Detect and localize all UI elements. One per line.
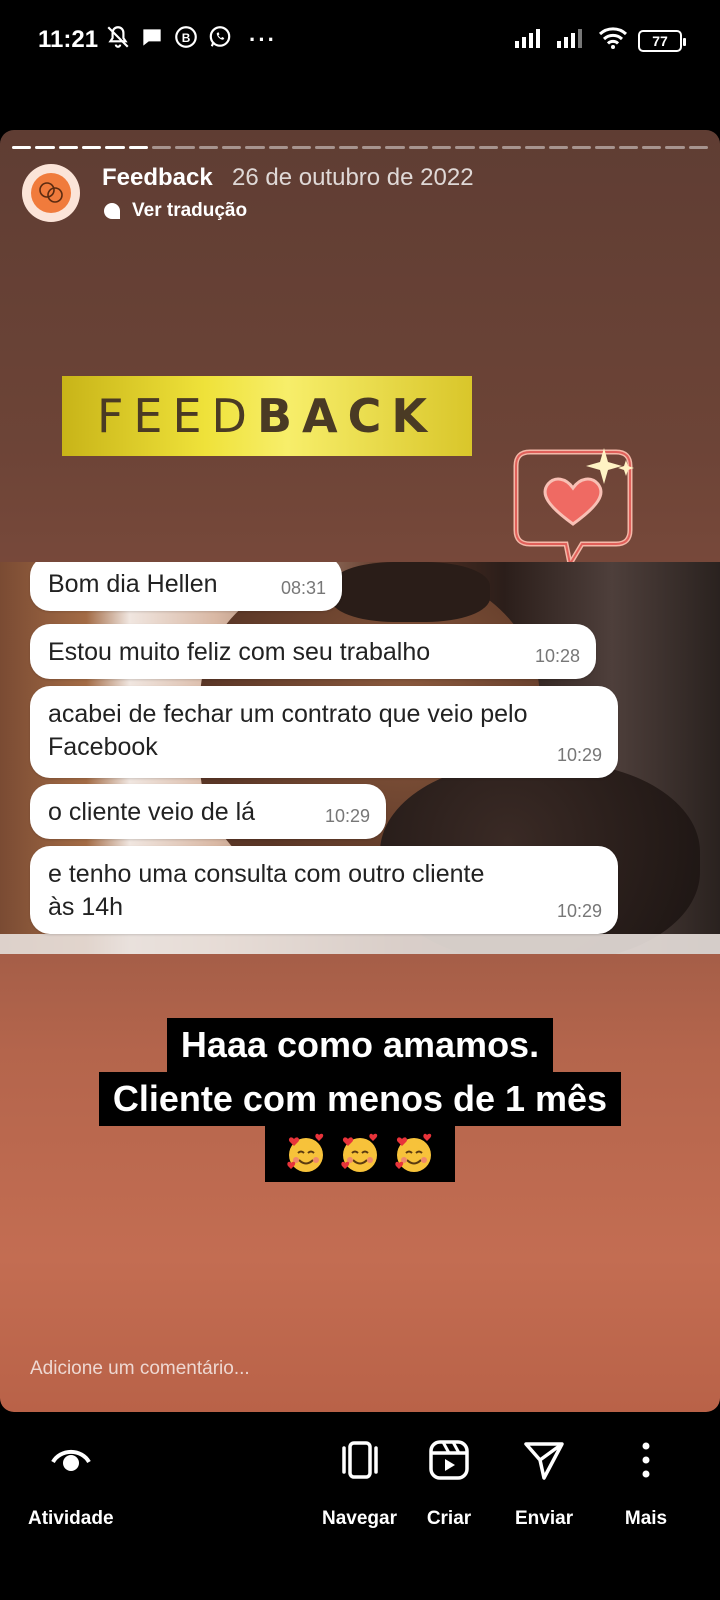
caption-emojis bbox=[264, 1126, 456, 1182]
comment-input[interactable]: Adicione um comentário... bbox=[30, 1358, 250, 1380]
status-bar: 11:21 B ··· 77 bbox=[0, 0, 720, 84]
signal-2-icon bbox=[556, 27, 588, 54]
wifi-icon bbox=[598, 26, 628, 55]
chat-message: o cliente veio de lá 10:29 bbox=[30, 784, 386, 839]
avatar[interactable] bbox=[22, 164, 80, 222]
see-translation-label: Ver tradução bbox=[132, 200, 248, 221]
nav-create-button[interactable]: Criar bbox=[425, 1436, 473, 1530]
message-text: e tenho uma consulta com outro cliente à… bbox=[48, 860, 485, 921]
banner-text-thin: FEED bbox=[96, 389, 257, 443]
smiling-face-with-hearts-icon bbox=[395, 1133, 432, 1172]
chat-screenshot-photo: Bom dia Hellen 08:31 Estou muito feliz c… bbox=[0, 562, 720, 954]
svg-text:B: B bbox=[182, 31, 191, 45]
send-icon bbox=[524, 1442, 564, 1480]
message-time: 08:31 bbox=[280, 578, 326, 598]
chat-message: acabei de fechar um contrato que veio pe… bbox=[30, 686, 618, 778]
chat-message: Bom dia Hellen 08:31 bbox=[30, 562, 342, 611]
message-icon bbox=[139, 24, 165, 55]
smiling-face-with-hearts-icon bbox=[341, 1133, 378, 1172]
browse-icon bbox=[341, 1441, 378, 1479]
story-date: 26 de outubro de 2022 bbox=[232, 164, 474, 191]
system-icons: 77 bbox=[514, 26, 686, 55]
caption-line-1: Haaa como amamos. bbox=[166, 1018, 554, 1072]
nav-browse-label: Navegar bbox=[322, 1508, 397, 1529]
notification-icons: B ··· bbox=[105, 24, 277, 55]
message-text: Estou muito feliz com seu trabalho bbox=[48, 638, 431, 666]
whatsapp-icon bbox=[207, 24, 233, 55]
message-text: acabei de fechar um contrato que veio pe… bbox=[48, 700, 528, 761]
story-viewer[interactable]: Feedback 26 de outubro de 2022 Ver tradu… bbox=[0, 130, 720, 1412]
battery-icon: 77 bbox=[638, 29, 686, 52]
chat-message: Estou muito feliz com seu trabalho 10:28 bbox=[30, 624, 596, 679]
story-progress-bar bbox=[12, 146, 708, 149]
banner-text-bold: BACK bbox=[256, 389, 438, 443]
mute-bell-icon bbox=[105, 24, 131, 55]
message-time: 10:28 bbox=[534, 646, 580, 666]
message-time: 10:29 bbox=[556, 745, 602, 765]
bottom-navigation: Atividade Navegar Criar Enviar Mais bbox=[0, 1422, 720, 1542]
nav-more-label: Mais bbox=[624, 1508, 668, 1529]
business-icon: B bbox=[173, 24, 199, 55]
message-time: 10:29 bbox=[324, 806, 370, 826]
chat-bubbles-icon bbox=[39, 182, 63, 203]
caption-line-2: Cliente com menos de 1 mês bbox=[98, 1072, 622, 1126]
feedback-banner: FEED BACK bbox=[62, 376, 472, 456]
smiling-face-with-hearts-icon bbox=[286, 1133, 323, 1172]
story-username[interactable]: Feedback bbox=[102, 164, 213, 192]
more-notifications-icon: ··· bbox=[249, 26, 277, 52]
signal-icon bbox=[514, 27, 546, 54]
nav-more-button[interactable]: Mais bbox=[622, 1436, 670, 1530]
message-time: 10:29 bbox=[556, 901, 602, 921]
nav-browse-button[interactable]: Navegar bbox=[322, 1436, 397, 1530]
chat-message: e tenho uma consulta com outro cliente à… bbox=[30, 846, 618, 934]
nav-activity-button[interactable]: Atividade bbox=[28, 1436, 114, 1530]
nav-create-label: Criar bbox=[426, 1508, 472, 1529]
translate-icon bbox=[104, 203, 120, 219]
nav-send-label: Enviar bbox=[515, 1508, 574, 1529]
story-header: Feedback 26 de outubro de 2022 Ver tradu… bbox=[22, 164, 682, 224]
nav-send-button[interactable]: Enviar bbox=[515, 1436, 573, 1530]
message-text: Bom dia Hellen bbox=[48, 570, 218, 598]
reels-create-icon bbox=[429, 1440, 469, 1480]
eye-activity-icon bbox=[51, 1449, 91, 1471]
nav-activity-label: Atividade bbox=[28, 1508, 114, 1529]
more-vertical-icon bbox=[642, 1442, 650, 1478]
see-translation-button[interactable]: Ver tradução bbox=[102, 200, 247, 222]
status-time: 11:21 bbox=[38, 26, 99, 53]
story-caption: Haaa como amamos. Cliente com menos de 1… bbox=[0, 1018, 720, 1182]
message-text: o cliente veio de lá bbox=[48, 798, 256, 826]
